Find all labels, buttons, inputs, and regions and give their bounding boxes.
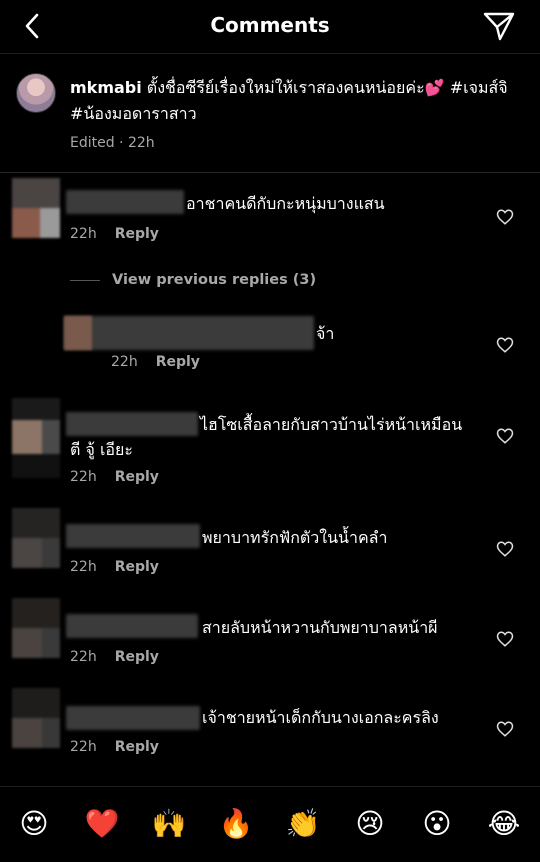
reply-button[interactable]: Reply (115, 226, 159, 242)
heart-eyes-emoji-icon[interactable]: 😍 (14, 807, 54, 841)
comment-time: 22h (111, 354, 138, 370)
reply-button[interactable]: Reply (115, 469, 159, 485)
comment-time: 22h (70, 559, 97, 575)
blurred-username[interactable] (66, 524, 200, 548)
emoji-reaction-bar: 😍 ❤️ 🙌 🔥 👏 😢 😮 😂 (0, 786, 540, 862)
blurred-username[interactable] (64, 316, 314, 350)
comment-text: เจ้าชายหน้าเด็กกับนางเอกละครลิง (202, 708, 439, 727)
heart-icon[interactable] (496, 540, 514, 558)
caption-text: mkmabi ตั้งชื่อซีรีย์เรื่องใหม่ให้เราสอง… (70, 75, 520, 127)
heart-icon[interactable] (496, 336, 514, 354)
comment-meta: 22h Reply (70, 469, 159, 485)
comment-time: 22h (70, 739, 97, 755)
crying-face-emoji-icon[interactable]: 😢 (350, 807, 390, 841)
comment-text: ไฮโซเสื้อลายกับสาวบ้านไร่หน้าเหมือน ตี จ… (70, 415, 463, 459)
surprised-face-emoji-icon[interactable]: 😮 (417, 807, 457, 841)
reply-button[interactable]: Reply (156, 354, 200, 370)
avatar[interactable] (64, 316, 92, 350)
comment-text: พยาบาทรักฟักตัวในน้ำคลำ (202, 528, 388, 547)
blurred-username[interactable] (66, 614, 198, 638)
comment-meta: 22h Reply (70, 739, 159, 755)
blurred-username[interactable] (66, 706, 200, 730)
comment-text: สายลับหน้าหวานกับพยาบาลหน้าผี (202, 618, 438, 637)
avatar[interactable] (12, 598, 60, 658)
fire-emoji-icon[interactable]: 🔥 (216, 807, 256, 841)
avatar[interactable] (12, 398, 60, 478)
comment-item: เจ้าชายหน้าเด็กกับนางเอกละครลิง 22h Reply (0, 686, 540, 770)
comment-time: 22h (70, 226, 97, 242)
avatar[interactable] (12, 688, 60, 748)
comment-meta: 22h Reply (70, 559, 159, 575)
avatar[interactable] (12, 178, 60, 238)
comment-item: อาชาคนดีกับกะหนุ่มบางแสน 22h Reply (0, 174, 540, 264)
reply-button[interactable]: Reply (115, 649, 159, 665)
heart-icon[interactable] (496, 630, 514, 648)
comment-item: สายลับหน้าหวานกับพยาบาลหน้าผี 22h Reply (0, 596, 540, 680)
comment-text: จ้า (316, 324, 335, 343)
comment-time: 22h (70, 469, 97, 485)
caption-meta: Edited · 22h (70, 135, 155, 151)
tears-of-joy-emoji-icon[interactable]: 😂 (484, 807, 524, 841)
clapping-hands-emoji-icon[interactable]: 👏 (283, 807, 323, 841)
header-bar: Comments (0, 0, 540, 54)
paper-plane-icon[interactable] (482, 10, 516, 42)
comment-item: พยาบาทรักฟักตัวในน้ำคลำ 22h Reply (0, 506, 540, 590)
comment-meta: 22h Reply (70, 226, 159, 242)
comment-text: อาชาคนดีกับกะหนุ่มบางแสน (186, 194, 385, 213)
comment-item: ไฮโซเสื้อลายกับสาวบ้านไร่หน้าเหมือน ตี จ… (0, 392, 540, 496)
view-previous-replies[interactable]: View previous replies (3) (70, 272, 316, 288)
comment-time: 22h (70, 649, 97, 665)
red-heart-emoji-icon[interactable]: ❤️ (82, 807, 122, 841)
avatar[interactable] (16, 73, 56, 113)
comment-meta: 22h Reply (111, 354, 200, 370)
page-title: Comments (210, 13, 330, 37)
heart-icon[interactable] (496, 427, 514, 445)
avatar[interactable] (12, 508, 60, 568)
raised-hands-emoji-icon[interactable]: 🙌 (149, 807, 189, 841)
heart-icon[interactable] (496, 720, 514, 738)
heart-icon[interactable] (496, 208, 514, 226)
comment-meta: 22h Reply (70, 649, 159, 665)
blurred-username[interactable] (66, 190, 184, 214)
reply-button[interactable]: Reply (115, 559, 159, 575)
post-caption: mkmabi ตั้งชื่อซีรีย์เรื่องใหม่ให้เราสอง… (0, 55, 540, 173)
reply-item: จ้า 22h Reply (0, 308, 540, 386)
reply-button[interactable]: Reply (115, 739, 159, 755)
caption-username[interactable]: mkmabi (70, 78, 142, 97)
